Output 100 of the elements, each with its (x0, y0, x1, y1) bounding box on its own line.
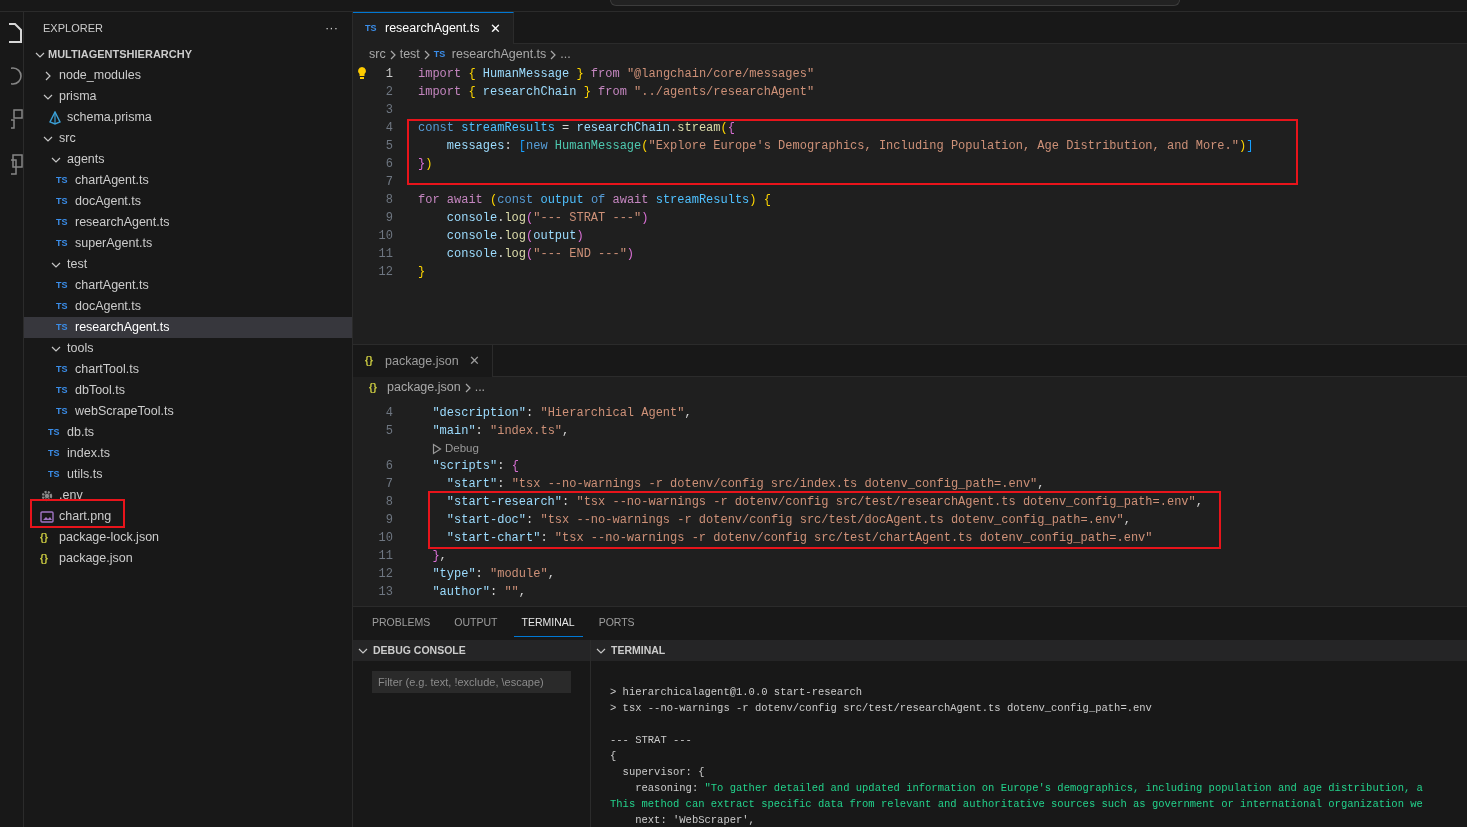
panel-tab[interactable]: PORTS (590, 610, 643, 637)
terminal-line: > tsx --no-warnings -r dotenv/config src/test/researchAgent.ts dotenv_config_path=.env (610, 701, 1152, 717)
file-item[interactable]: TS db.ts (24, 422, 352, 443)
play-icon (432, 442, 442, 455)
line-number: 4 (384, 120, 393, 137)
code-line: "start": "tsx --no-warnings -r dotenv/config src/index.ts dotenv_config_path=.env", (445, 476, 1045, 493)
line-number: 6 (384, 156, 393, 173)
file-item[interactable]: TS index.ts (24, 443, 352, 464)
typescript-icon: TS (56, 197, 72, 206)
json-icon: {} (369, 382, 385, 393)
file-item[interactable]: TS webScrapeTool.ts (24, 401, 352, 422)
folder-item[interactable]: prisma (24, 86, 352, 107)
terminal-line: This method can extract specific data from relevant and authoritative sources such as government or international organization we (610, 797, 1423, 813)
code-line: import { HumanMessage } from "@langchain/core/messages" (418, 66, 815, 83)
file-item[interactable]: TS researchAgent.ts (24, 212, 352, 233)
image-icon (40, 509, 54, 524)
file-item[interactable]: .env (24, 485, 352, 506)
breadcrumb-item[interactable]: ... (558, 45, 573, 64)
json-icon: {} (40, 553, 56, 564)
line-number: 12 (377, 566, 393, 583)
code-line: console.log("--- END ---") (445, 246, 635, 263)
typescript-icon: TS (48, 470, 64, 479)
file-item[interactable]: {} package-lock.json (24, 527, 352, 548)
search-icon[interactable] (11, 66, 23, 86)
file-item[interactable]: chart.png (24, 506, 352, 527)
close-icon[interactable]: ✕ (468, 351, 480, 371)
line-number: 13 (377, 584, 393, 601)
section-header[interactable]: DEBUG CONSOLE (353, 640, 590, 661)
typescript-icon: TS (56, 176, 72, 185)
folder-item[interactable]: test (24, 254, 352, 275)
code-line: "author": "", (431, 584, 527, 601)
typescript-icon: TS (433, 50, 450, 59)
code-line: const streamResults = researchChain.stream({ (418, 120, 735, 137)
typescript-icon: TS (365, 24, 381, 33)
close-icon[interactable]: ✕ (489, 18, 501, 39)
typescript-icon: TS (56, 323, 72, 332)
code-line: "start-chart": "tsx --no-warnings -r dotenv/config src/test/chartAgent.ts dotenv_config_path=.env" (445, 530, 1153, 547)
explorer-title: EXPLORER (43, 20, 103, 36)
panel-tab[interactable]: PROBLEMS (364, 610, 439, 637)
filter-field[interactable]: Filter (e.g. text, !exclude, \escape) (372, 671, 571, 693)
file-item[interactable]: schema.prisma (24, 107, 352, 128)
extensions-icon[interactable] (11, 108, 23, 132)
folder-item[interactable]: src (24, 128, 352, 149)
line-number: 5 (384, 138, 393, 155)
search-field[interactable] (610, 0, 1180, 6)
line-number: 10 (377, 228, 393, 245)
breadcrumb-item[interactable]: TS researchAgent.ts (431, 45, 549, 64)
typescript-icon: TS (56, 218, 72, 227)
breadcrumb-item[interactable]: src (367, 45, 388, 64)
breadcrumb-item[interactable]: ... (472, 378, 488, 397)
code-line: "start-research": "tsx --no-warnings -r dotenv/config src/test/researchAgent.ts dotenv_config_path=.env", (445, 494, 1203, 511)
file-item[interactable]: TS researchAgent.ts (24, 317, 352, 338)
json-icon: {} (365, 356, 381, 366)
code-line: "type": "module", (431, 566, 555, 583)
code-line: import { researchChain } from "../agents/researchAgent" (418, 84, 815, 101)
code-line: "scripts": { (431, 458, 519, 475)
lightbulb-icon (356, 66, 368, 80)
terminal-line: { (610, 749, 617, 765)
typescript-icon: TS (48, 449, 64, 458)
folder-item[interactable]: node_modules (24, 65, 352, 86)
debug-codelens[interactable]: Debug (432, 439, 479, 458)
line-number: 12 (377, 264, 393, 281)
file-item[interactable]: TS dbTool.ts (24, 380, 352, 401)
line-number: 4 (384, 405, 393, 422)
breadcrumb-item[interactable]: {} package.json (367, 378, 463, 397)
typescript-icon: TS (56, 239, 72, 248)
workspace-header[interactable]: MULTIAGENTSHIERARCHY (24, 44, 352, 65)
code-line: } (418, 264, 426, 281)
file-item[interactable]: {} package.json (24, 548, 352, 569)
code-line: console.log(output) (445, 228, 584, 245)
breadcrumb-item[interactable]: test (397, 45, 422, 64)
line-number: 1 (384, 66, 393, 83)
documents-icon[interactable] (11, 154, 23, 176)
line-number: 3 (384, 102, 393, 119)
panel-tab[interactable]: TERMINAL (513, 610, 583, 637)
code-line: for await (const output of await streamResults) { (418, 192, 771, 209)
terminal-line: supervisor: { (621, 765, 705, 781)
code-line: "start-doc": "tsx --no-warnings -r dotenv/config src/test/docAgent.ts dotenv_config_path=.env", (445, 512, 1131, 529)
code-line: messages: [new HumanMessage("Explore Europe's Demographics, Including Population, Age Distribution, and More.")] (445, 138, 1254, 155)
files-icon[interactable] (9, 22, 23, 44)
file-item[interactable]: TS utils.ts (24, 464, 352, 485)
section-header[interactable]: TERMINAL (591, 640, 1467, 661)
typescript-icon: TS (48, 428, 64, 437)
line-number: 11 (377, 548, 393, 565)
panel-tab[interactable]: OUTPUT (446, 610, 506, 637)
file-item[interactable]: TS chartAgent.ts (24, 170, 352, 191)
more-actions-button[interactable]: ··· (325, 18, 338, 38)
line-number: 6 (384, 458, 393, 475)
file-item[interactable]: TS docAgent.ts (24, 296, 352, 317)
folder-item[interactable]: tools (24, 338, 352, 359)
code-line: console.log("--- STRAT ---") (445, 210, 649, 227)
folder-item[interactable]: agents (24, 149, 352, 170)
typescript-icon: TS (56, 281, 72, 290)
line-number: 9 (384, 210, 393, 227)
file-item[interactable]: TS chartAgent.ts (24, 275, 352, 296)
file-item[interactable]: TS superAgent.ts (24, 233, 352, 254)
file-item[interactable]: TS chartTool.ts (24, 359, 352, 380)
file-item[interactable]: TS docAgent.ts (24, 191, 352, 212)
typescript-icon: TS (56, 407, 72, 416)
editor-tab[interactable]: TS researchAgent.ts ✕ (353, 12, 514, 44)
